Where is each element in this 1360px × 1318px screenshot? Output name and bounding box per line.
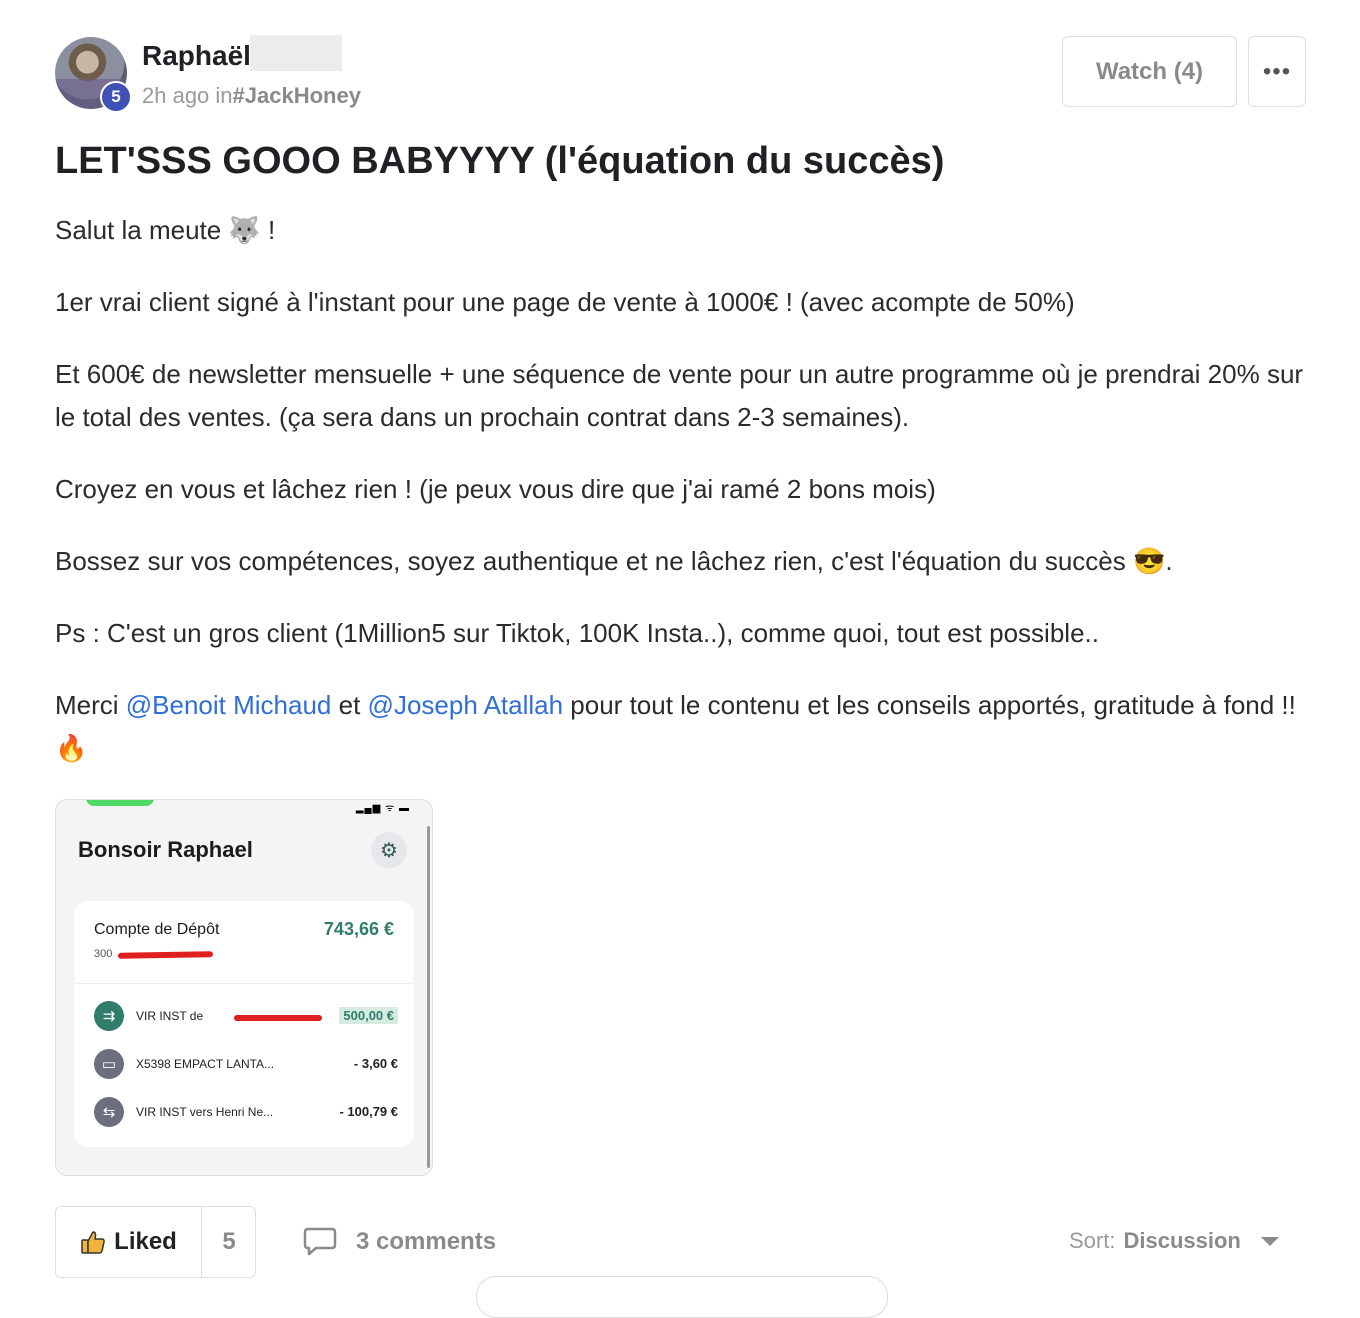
account-balance: 743,66 € <box>323 919 394 939</box>
comments-link[interactable]: 3 comments <box>302 1224 496 1260</box>
author-name[interactable]: Raphaël <box>142 40 251 72</box>
transaction-row: ⇆ VIR INST vers Henri Ne... - 100,79 € <box>94 1097 398 1129</box>
post-paragraph-2: 1er vrai client signé à l'instant pour u… <box>55 287 1075 317</box>
status-icons: ▂▄▆ ᯤ ▬ <box>355 803 410 814</box>
bank-greeting: Bonsoir Raphael <box>78 837 253 862</box>
sort-value: Discussion <box>1123 1228 1241 1253</box>
post-paragraph-1: Salut la meute 🐺 ! <box>55 215 276 245</box>
post-meta: 2h ago in#JackHoney <box>142 83 361 109</box>
group-link[interactable]: #JackHoney <box>233 83 361 108</box>
transaction-label: X5398 EMPACT LANTA... <box>136 1057 275 1071</box>
status-time-pill <box>86 800 154 806</box>
divider <box>74 983 414 984</box>
redaction-mark <box>234 1015 322 1021</box>
p7-start: Merci <box>55 690 126 720</box>
transaction-amount: 500,00 € <box>339 1007 398 1024</box>
mention-benoit[interactable]: @Benoit Michaud <box>126 690 332 720</box>
image-scrollbar <box>427 826 430 1168</box>
sort-prefix: Sort: <box>1069 1228 1116 1253</box>
like-count[interactable]: 5 <box>202 1207 256 1277</box>
post-paragraph-3: Et 600€ de newsletter mensuelle + une sé… <box>55 359 1304 432</box>
transaction-amount: - 3,60 € <box>353 1056 398 1071</box>
thumbs-up-icon <box>81 1231 105 1254</box>
post-title: LET'SSS GOOO BABYYYY (l'équation du succ… <box>55 140 945 182</box>
comment-input-box[interactable] <box>476 1276 888 1318</box>
account-name: Compte de Dépôt <box>94 921 220 938</box>
sort-dropdown[interactable]: Sort: Discussion <box>1069 1228 1279 1254</box>
transfer-in-icon: ⇉ <box>94 1001 124 1031</box>
like-button[interactable]: Liked <box>56 1207 201 1277</box>
chevron-down-icon <box>1260 1236 1279 1246</box>
mention-joseph[interactable]: @Joseph Atallah <box>368 690 564 720</box>
account-number: 300 <box>94 948 113 960</box>
comment-bubble-icon <box>303 1227 337 1256</box>
liked-label: Liked <box>114 1228 177 1255</box>
transaction-row: ⇉ VIR INST de 500,00 € <box>94 1001 398 1033</box>
post-paragraph-7: Merci @Benoit Michaud et @Joseph Atallah… <box>55 684 1305 770</box>
post-time: 2h ago <box>142 83 210 108</box>
post-paragraph-5: Bossez sur vos compétences, soyez authen… <box>55 546 1173 576</box>
post-paragraph-4: Croyez en vous et lâchez rien ! (je peux… <box>55 474 936 504</box>
name-redaction <box>250 35 342 71</box>
transaction-row: ▭ X5398 EMPACT LANTA... - 3,60 € <box>94 1049 398 1081</box>
transfer-icon: ⇆ <box>94 1097 124 1127</box>
more-options-button[interactable]: ••• <box>1248 36 1306 107</box>
comments-count-label: 3 comments <box>356 1228 497 1255</box>
gear-icon: ⚙ <box>371 832 407 868</box>
transaction-label: VIR INST de <box>136 1009 204 1023</box>
p7-mid: et <box>331 690 368 720</box>
card-icon: ▭ <box>94 1049 124 1079</box>
like-control: Liked 5 <box>55 1206 256 1278</box>
attached-image[interactable]: ▂▄▆ ᯤ ▬ Bonsoir Raphael ⚙ Compte de Dépô… <box>55 799 433 1176</box>
in-word: in <box>215 83 233 108</box>
redaction-mark <box>117 951 214 959</box>
account-panel: Compte de Dépôt 743,66 € 300 ⇉ VIR INST … <box>74 901 414 1147</box>
transaction-label: VIR INST vers Henri Ne... <box>136 1105 274 1119</box>
post-paragraph-6: Ps : C'est un gros client (1Million5 sur… <box>55 618 1099 648</box>
transaction-amount: - 100,79 € <box>339 1104 398 1119</box>
level-badge: 5 <box>100 81 132 113</box>
watch-button[interactable]: Watch (4) <box>1062 36 1237 107</box>
